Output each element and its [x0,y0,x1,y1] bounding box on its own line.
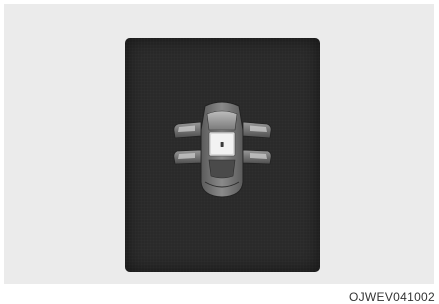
rear-right-door [242,149,272,165]
front-right-door [242,121,272,139]
figure-frame: OJWEV041002 [0,0,439,304]
rear-left-door [173,149,202,165]
figure-code: OJWEV041002 [348,290,435,304]
front-left-door [173,121,202,139]
door-open-warning-icon [173,101,272,198]
car-body [200,101,244,198]
